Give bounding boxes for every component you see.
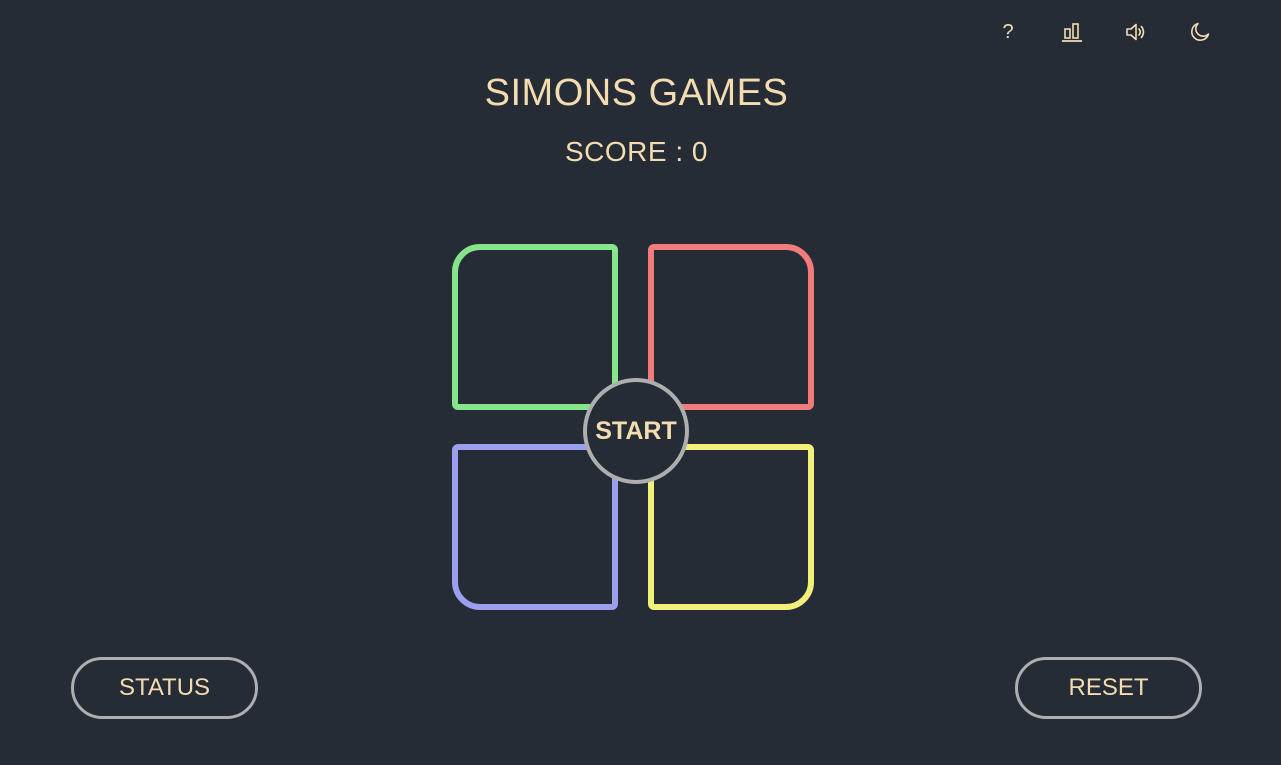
- toolbar: ?: [976, 16, 1232, 48]
- leaderboard-glyph: [1062, 23, 1082, 42]
- dark-mode-icon[interactable]: [1168, 16, 1232, 48]
- reset-button[interactable]: RESET: [1015, 657, 1202, 719]
- status-button[interactable]: STATUS: [71, 657, 258, 719]
- score-display: SCORE : 0: [565, 136, 708, 167]
- red-pad[interactable]: [648, 244, 814, 410]
- volume-icon[interactable]: [1104, 16, 1168, 48]
- help-icon[interactable]: ?: [976, 16, 1040, 48]
- leaderboard-icon[interactable]: [1040, 16, 1104, 48]
- game-screen: ? SIMONS GAMES SCORE : 0 START STATUS RE…: [0, 0, 1281, 765]
- start-button[interactable]: START: [583, 378, 689, 484]
- moon-glyph: [1191, 22, 1210, 41]
- blue-pad[interactable]: [452, 444, 618, 610]
- game-title: SIMONS GAMES: [484, 72, 789, 114]
- green-pad[interactable]: [452, 244, 618, 410]
- volume-glyph: [1126, 23, 1145, 41]
- help-glyph: ?: [1002, 21, 1014, 43]
